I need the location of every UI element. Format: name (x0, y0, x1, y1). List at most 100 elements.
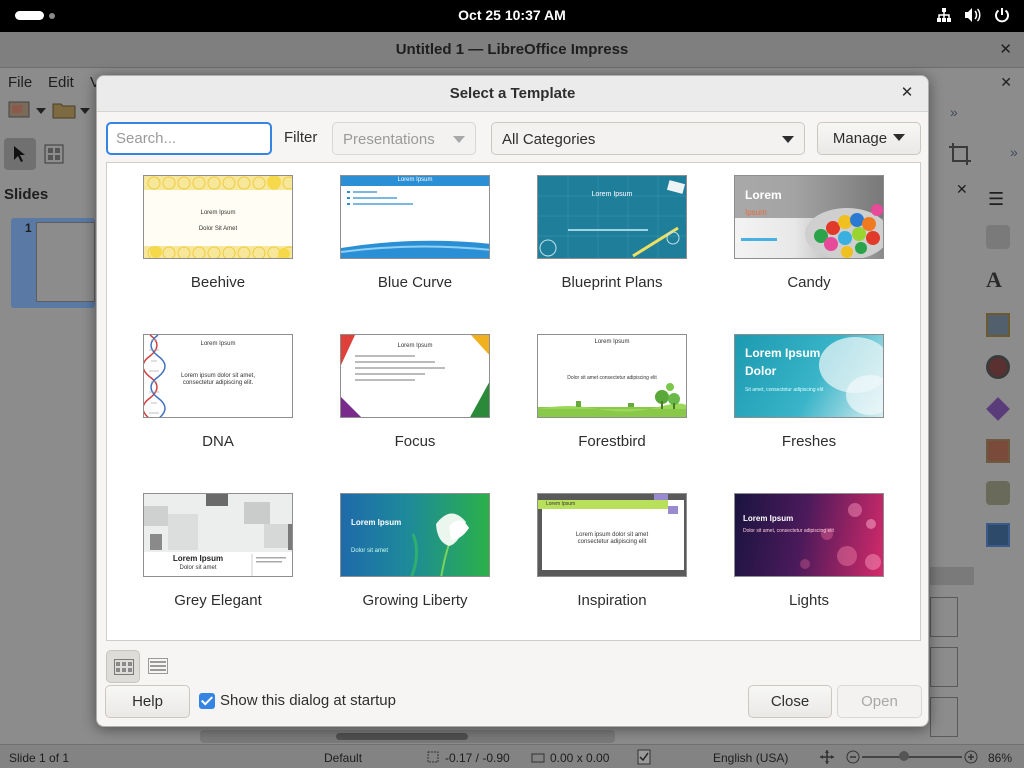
app-close-icon[interactable]: ✕ (999, 40, 1012, 58)
template-preview-title: Lorem Ipsum (743, 514, 794, 523)
category-value: All Categories (502, 131, 596, 148)
slide-number: 1 (25, 221, 32, 235)
template-item-freshes[interactable]: Lorem Ipsum Dolor Sit amet, consectetur … (734, 334, 884, 464)
template-preview-title: Lorem Ipsum (397, 177, 433, 183)
sidebar-menu-icon[interactable]: ☰ (988, 189, 1004, 210)
chevron-down-icon (893, 133, 906, 141)
slide-preview (36, 222, 95, 302)
toolbar-overflow-icon[interactable]: » (1010, 144, 1018, 160)
slides-pane: Slides 1 (0, 177, 95, 737)
slides-pane-title: Slides (4, 186, 49, 203)
template-name: DNA (202, 433, 234, 450)
filter-label: Filter (284, 129, 318, 146)
show-at-startup-checkbox[interactable]: Show this dialog at startup (199, 692, 396, 709)
chevron-down-icon (782, 136, 794, 143)
checkbox-checked-icon[interactable] (199, 692, 215, 709)
manage-button[interactable]: Manage (817, 122, 921, 155)
template-item-focus[interactable]: Lorem Ipsum Focus (340, 334, 490, 464)
template-name: Candy (787, 274, 831, 291)
menu-edit[interactable]: Edit (48, 74, 74, 91)
open-button[interactable]: Open (837, 685, 922, 718)
master-slides-icon[interactable] (986, 481, 1010, 505)
thumbnail-view-icon (114, 659, 134, 675)
properties-icon[interactable] (986, 225, 1010, 249)
menu-file[interactable]: File (8, 74, 32, 91)
clock[interactable]: Oct 25 10:37 AM (0, 7, 1024, 23)
template-grid: Lorem Ipsum Dolor Sit Amet Beehive Lorem… (106, 162, 921, 641)
template-item-lights[interactable]: Lorem Ipsum Dolor sit amet, consectetur … (734, 493, 884, 623)
template-preview-title: Lorem Ipsum (200, 341, 236, 347)
list-view-button[interactable] (141, 650, 175, 683)
statusbar: Slide 1 of 1 Default -0.17 / -0.90 0.00 … (0, 744, 1024, 768)
template-item-grey-elegant[interactable]: Lorem Ipsum Dolor sit amet Grey Elegant (143, 493, 293, 623)
document-close-icon[interactable]: ✕ (1000, 74, 1012, 91)
slide-thumbnail-selected[interactable]: 1 (11, 218, 95, 308)
category-select[interactable]: All Categories (491, 122, 805, 155)
template-preview-body: consectetur adipiscing elit (577, 539, 647, 545)
toolbar-overflow-icon[interactable]: » (950, 104, 958, 120)
template-preview-title: Lorem Ipsum (200, 210, 236, 216)
template-item-dna[interactable]: Lorem Ipsum Lorem ipsum dolor sit amet, … (143, 334, 293, 464)
system-tray[interactable] (936, 7, 1010, 23)
template-preview-body: Sit amet, consectetur adipiscing elit (745, 387, 824, 393)
template-name: Inspiration (577, 592, 647, 609)
template-name: Beehive (190, 274, 246, 291)
crop-icon[interactable] (948, 142, 972, 166)
template-preview-title: Dolor (745, 364, 777, 378)
template-preview-title: Lorem Ipsum (397, 343, 433, 349)
template-thumbnail: Lorem Ipsum (734, 175, 884, 259)
status-zoom[interactable]: 86% (988, 751, 1012, 765)
search-input[interactable] (106, 122, 272, 155)
template-name: Forestbird (578, 433, 646, 450)
navigator-icon[interactable] (986, 355, 1010, 379)
network-icon (937, 8, 951, 22)
thumbnail-view-button[interactable] (106, 650, 140, 683)
zoom-out-icon[interactable] (846, 750, 860, 764)
zoom-in-icon[interactable] (964, 750, 978, 764)
document-modified-icon[interactable] (637, 749, 651, 765)
layout-thumbnail[interactable] (930, 697, 958, 737)
status-master-slide: Default (324, 751, 363, 765)
slide-transition-icon[interactable] (986, 439, 1010, 463)
styles-icon[interactable]: A (986, 267, 1010, 292)
chevron-down-icon (453, 136, 465, 143)
template-item-inspiration[interactable]: Lorem Ipsum Lorem ipsum dolor sit amet c… (537, 493, 687, 623)
layout-thumbnail[interactable] (930, 647, 958, 687)
close-button[interactable]: Close (748, 685, 832, 718)
status-size: 0.00 x 0.00 (550, 751, 610, 765)
animation-icon[interactable] (986, 397, 1010, 421)
template-thumbnail: Lorem Ipsum (537, 175, 687, 259)
zoom-slider[interactable] (862, 751, 962, 761)
status-slide-number: Slide 1 of 1 (9, 751, 70, 765)
fit-slide-icon[interactable] (820, 750, 834, 764)
template-item-blue-curve[interactable]: Lorem Ipsum Blue Curve (340, 175, 490, 305)
template-preview-title: Lorem Ipsum (745, 346, 821, 360)
layout-thumbnail[interactable] (930, 597, 958, 637)
horizontal-scrollbar[interactable] (200, 730, 615, 743)
dropdown-arrow-icon[interactable] (80, 108, 90, 114)
template-item-candy[interactable]: Lorem Ipsum Candy (734, 175, 884, 305)
filter-app-select[interactable]: Presentations (332, 122, 476, 155)
dialog-close-icon[interactable]: ✕ (897, 83, 917, 103)
help-button[interactable]: Help (105, 685, 190, 718)
template-item-forestbird[interactable]: Lorem Ipsum Dolor sit amet consectetur a… (537, 334, 687, 464)
template-item-beehive[interactable]: Lorem Ipsum Dolor Sit Amet Beehive (143, 175, 293, 305)
new-slide-icon[interactable] (8, 100, 32, 120)
template-item-growing-liberty[interactable]: Lorem Ipsum Dolor sit amet Growing Liber… (340, 493, 490, 623)
open-folder-icon[interactable] (52, 100, 78, 120)
grid-icon[interactable] (44, 144, 64, 164)
slide-layouts-icon[interactable] (986, 523, 1010, 547)
select-tool-button[interactable] (4, 138, 36, 170)
status-language[interactable]: English (USA) (713, 751, 788, 765)
template-preview-title: Lorem (745, 188, 782, 202)
system-top-bar: Oct 25 10:37 AM (0, 0, 1024, 32)
blueprint-graphic (538, 176, 686, 258)
dropdown-arrow-icon[interactable] (36, 108, 46, 114)
template-preview-body: Lorem ipsum dolor sit amet, (180, 373, 256, 379)
template-preview-body: consectetur adipiscing elit. (182, 380, 254, 386)
template-item-blueprint-plans[interactable]: Lorem Ipsum Blueprint Plans (537, 175, 687, 305)
scrollbar-thumb[interactable] (336, 733, 468, 740)
gallery-icon[interactable] (986, 313, 1010, 337)
sidebar-close-icon[interactable]: ✕ (956, 181, 968, 198)
template-thumbnail: Lorem Ipsum Lorem ipsum dolor sit amet, … (143, 334, 293, 418)
